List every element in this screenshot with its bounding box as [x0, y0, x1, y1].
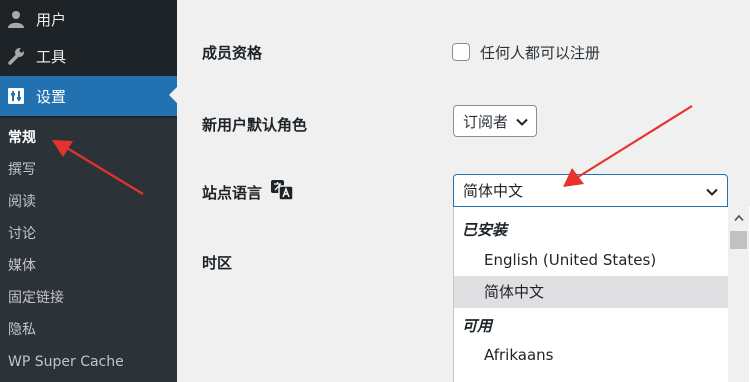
optgroup-available: 可用 — [462, 317, 493, 335]
language-option[interactable]: Afrikaans — [454, 339, 728, 371]
membership-label: 成员资格 — [202, 44, 263, 62]
optgroup-installed: 已安装 — [462, 221, 508, 239]
language-option-selected[interactable]: 简体中文 — [454, 276, 728, 308]
sidebar-item-tools[interactable]: 工具 — [0, 37, 177, 75]
membership-checkbox[interactable] — [452, 43, 470, 61]
submenu-item-reading[interactable]: 阅读 — [8, 191, 36, 213]
membership-checkbox-label[interactable]: 任何人都可以注册 — [480, 42, 600, 63]
submenu-item-media[interactable]: 媒体 — [8, 255, 36, 277]
user-icon — [6, 9, 26, 29]
default-role-value: 订阅者 — [463, 112, 509, 131]
language-dropdown-list: 已安装 English (United States) 简体中文 可用 Afri… — [453, 207, 750, 382]
scroll-up-icon[interactable] — [728, 207, 749, 229]
sidebar-item-settings[interactable]: 设置 — [0, 76, 177, 116]
submenu-item-writing[interactable]: 撰写 — [8, 159, 36, 181]
settings-submenu: 常规 撰写 阅读 讨论 媒体 固定链接 隐私 WP Super Cache — [0, 118, 177, 382]
language-option[interactable]: English (United States) — [454, 244, 728, 276]
dropdown-scrollbar[interactable] — [728, 207, 749, 382]
submenu-item-permalinks[interactable]: 固定链接 — [8, 287, 64, 309]
settings-icon — [6, 86, 26, 106]
sidebar-item-users[interactable]: 用户 — [0, 0, 177, 38]
translation-icon — [271, 180, 293, 200]
sidebar-item-label: 工具 — [36, 47, 67, 66]
chevron-down-icon — [706, 188, 718, 196]
submenu-item-wp-super-cache[interactable]: WP Super Cache — [8, 351, 124, 373]
submenu-item-general[interactable]: 常规 — [8, 127, 36, 149]
sidebar-item-label: 用户 — [36, 10, 67, 29]
admin-sidebar: 用户 工具 设置 常规 撰写 阅读 讨论 媒体 固定链接 隐私 WP Super… — [0, 0, 177, 382]
sidebar-item-label: 设置 — [36, 87, 67, 106]
submenu-item-privacy[interactable]: 隐私 — [8, 319, 36, 341]
wrench-icon — [6, 46, 26, 66]
default-role-select[interactable]: 订阅者 — [453, 105, 537, 137]
chevron-down-icon — [516, 118, 528, 126]
site-language-value: 简体中文 — [463, 182, 524, 200]
site-language-label: 站点语言 — [202, 184, 263, 202]
default-role-label: 新用户默认角色 — [202, 116, 308, 134]
site-language-select[interactable]: 简体中文 — [453, 174, 728, 207]
submenu-item-discussion[interactable]: 讨论 — [8, 223, 36, 245]
timezone-label: 时区 — [202, 254, 233, 272]
scrollbar-thumb[interactable] — [730, 231, 747, 249]
